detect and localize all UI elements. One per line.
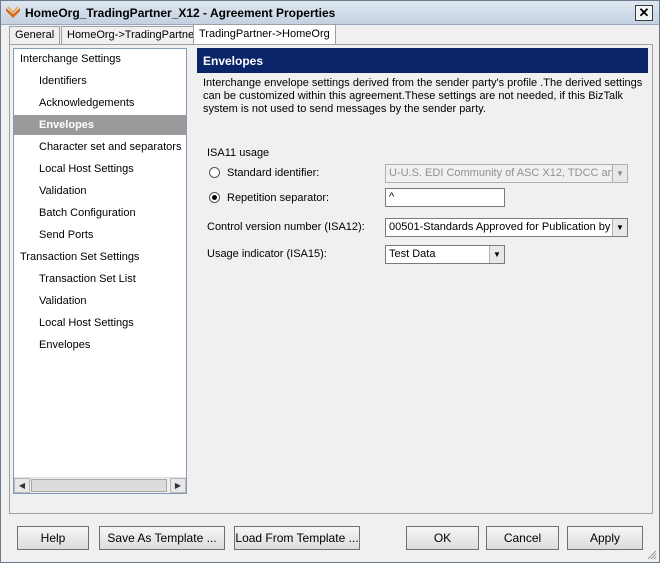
standard-identifier-dropdown[interactable]: U-U.S. EDI Community of ASC X12, TDCC an…	[385, 164, 628, 183]
tree-item-ts-validation[interactable]: Validation	[14, 291, 186, 311]
tree-item-local-host-settings[interactable]: Local Host Settings	[14, 159, 186, 179]
panel-description: Interchange envelope settings derived fr…	[203, 77, 643, 115]
cancel-button[interactable]: Cancel	[486, 526, 559, 550]
apply-button[interactable]: Apply	[567, 526, 643, 550]
help-button[interactable]: Help	[17, 526, 89, 550]
envelopes-panel: Envelopes Interchange envelope settings …	[197, 48, 648, 494]
tree-horizontal-scrollbar[interactable]: ◀ ▶	[14, 477, 186, 493]
scroll-left-arrow-icon[interactable]: ◀	[14, 478, 30, 493]
save-as-template-button[interactable]: Save As Template ...	[99, 526, 225, 550]
tree-item-character-set[interactable]: Character set and separators	[14, 137, 186, 157]
tab-tradingpartner-to-homeorg[interactable]: TradingPartner->HomeOrg	[193, 24, 336, 46]
biztalk-app-icon	[6, 6, 20, 18]
standard-identifier-radio[interactable]	[209, 167, 220, 178]
tree-item-transaction-set-settings[interactable]: Transaction Set Settings	[14, 247, 186, 267]
tree-item-envelopes-selected[interactable]: Envelopes	[14, 115, 186, 135]
close-icon: ✕	[638, 5, 650, 20]
tree-item-transaction-set-list[interactable]: Transaction Set List	[14, 269, 186, 289]
repetition-separator-input[interactable]: ^	[385, 188, 505, 207]
standard-identifier-label: Standard identifier:	[227, 167, 320, 179]
title-bar: HomeOrg_TradingPartner_X12 - Agreement P…	[1, 1, 659, 25]
panel-header: Envelopes	[197, 48, 648, 73]
control-version-dropdown[interactable]: 00501-Standards Approved for Publication…	[385, 218, 628, 237]
ok-button[interactable]: OK	[406, 526, 479, 550]
agreement-properties-window: HomeOrg_TradingPartner_X12 - Agreement P…	[0, 0, 660, 563]
tree-item-validation[interactable]: Validation	[14, 181, 186, 201]
repetition-separator-radio[interactable]	[209, 192, 220, 203]
scroll-right-arrow-icon[interactable]: ▶	[170, 478, 186, 493]
tree-item-batch-configuration[interactable]: Batch Configuration	[14, 203, 186, 223]
repetition-separator-label: Repetition separator:	[227, 192, 330, 204]
chevron-down-icon[interactable]: ▼	[612, 165, 627, 182]
tree-item-ts-envelopes[interactable]: Envelopes	[14, 335, 186, 355]
settings-tree[interactable]: Interchange Settings Identifiers Acknowl…	[13, 48, 187, 494]
tree-item-ts-local-host-settings[interactable]: Local Host Settings	[14, 313, 186, 333]
resize-grip-icon[interactable]	[647, 550, 657, 560]
usage-indicator-value: Test Data	[389, 248, 436, 260]
tree-item-send-ports[interactable]: Send Ports	[14, 225, 186, 245]
control-version-label: Control version number (ISA12):	[207, 221, 365, 233]
chevron-down-icon[interactable]: ▼	[489, 246, 504, 263]
tab-homeorg-to-tradingpartner[interactable]: HomeOrg->TradingPartner	[61, 26, 204, 44]
usage-indicator-dropdown[interactable]: Test Data ▼	[385, 245, 505, 264]
usage-indicator-label: Usage indicator (ISA15):	[207, 248, 327, 260]
window-title: HomeOrg_TradingPartner_X12 - Agreement P…	[25, 6, 336, 20]
scroll-thumb[interactable]	[31, 479, 167, 492]
close-button[interactable]: ✕	[635, 5, 653, 21]
control-version-value: 00501-Standards Approved for Publication…	[389, 221, 621, 233]
tree-item-identifiers[interactable]: Identifiers	[14, 71, 186, 91]
isa11-usage-label: ISA11 usage	[207, 147, 270, 159]
standard-identifier-value: U-U.S. EDI Community of ASC X12, TDCC an…	[389, 167, 620, 179]
tab-general[interactable]: General	[9, 26, 61, 44]
load-from-template-button[interactable]: Load From Template ...	[234, 526, 360, 550]
tree-item-acknowledgements[interactable]: Acknowledgements	[14, 93, 186, 113]
chevron-down-icon[interactable]: ▼	[612, 219, 627, 236]
tree-item-interchange-settings[interactable]: Interchange Settings	[14, 49, 186, 69]
